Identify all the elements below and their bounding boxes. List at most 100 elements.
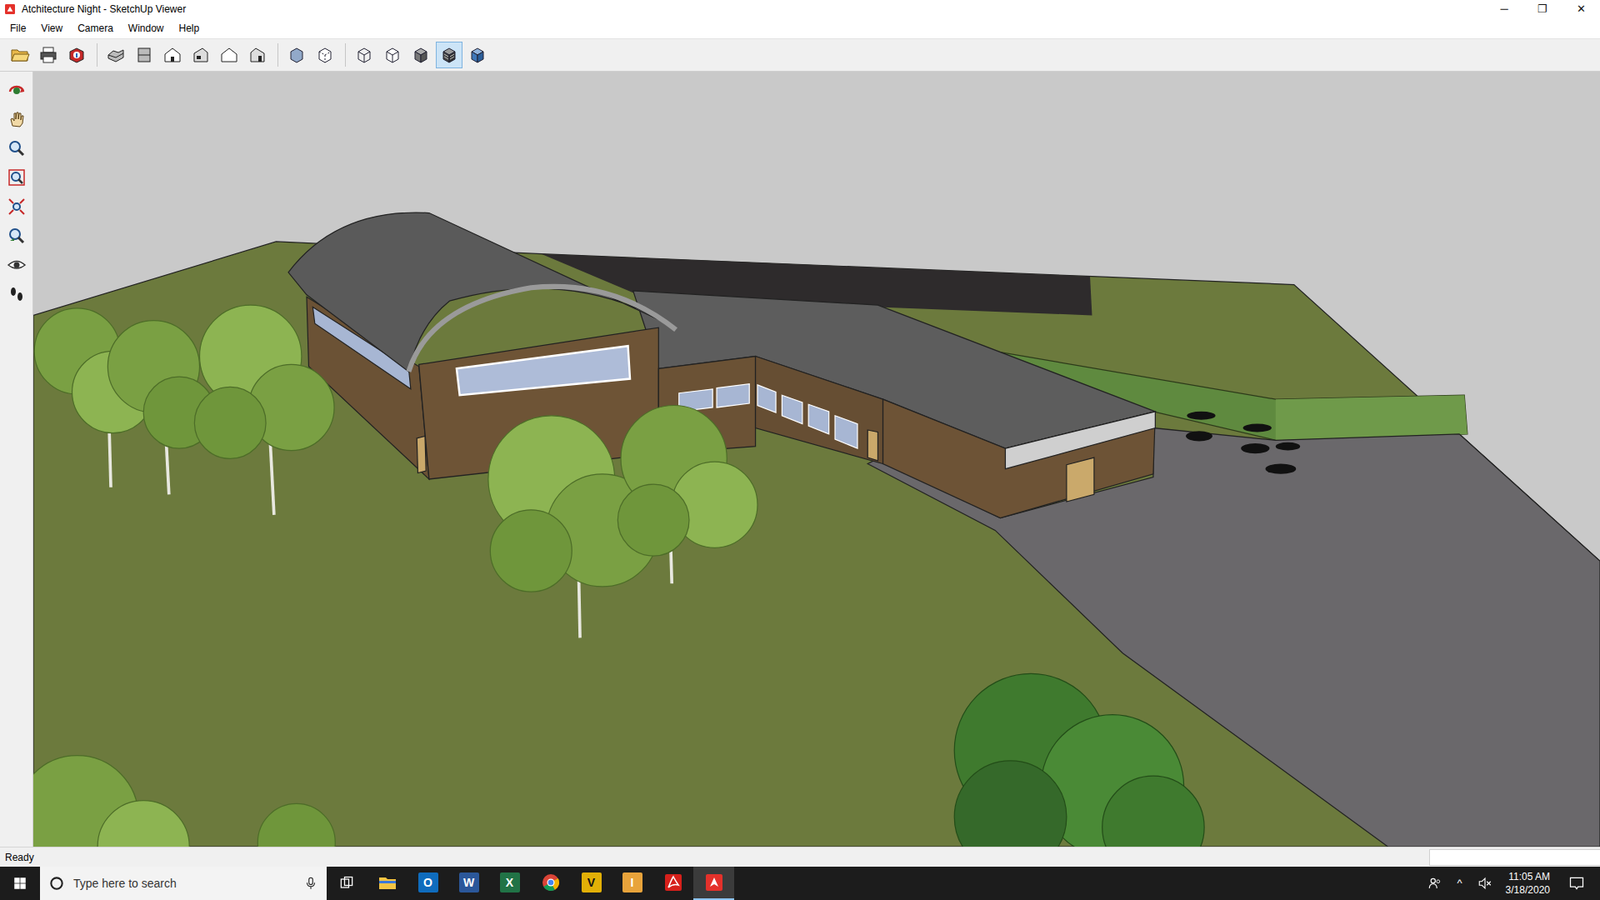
status-bar: Ready (0, 846, 1600, 867)
zoom-button[interactable] (3, 135, 30, 162)
textured-icon (439, 45, 460, 65)
eye-icon (6, 255, 27, 275)
iso-house-icon (105, 45, 126, 65)
menu-bar: FileViewCameraWindowHelp (0, 18, 1600, 39)
monochrome-icon (467, 45, 488, 65)
taskbar-app[interactable]: O (407, 866, 449, 900)
menu-item[interactable]: View (34, 19, 70, 38)
toolbar-group (6, 41, 92, 69)
clock-time: 11:05 AM (1508, 870, 1550, 884)
menu-item[interactable]: File (3, 19, 33, 38)
zoom-extents-icon (6, 196, 27, 217)
clock-date: 3/18/2020 (1505, 883, 1550, 897)
show-hidden-icons-button[interactable]: ^ (1447, 875, 1473, 892)
restore-button[interactable]: ❐ (1523, 0, 1562, 19)
print-button[interactable] (35, 41, 62, 69)
magnifier-icon (6, 138, 27, 159)
hand-icon (6, 109, 27, 130)
menu-item[interactable]: Help (172, 19, 207, 38)
model-viewport[interactable] (33, 71, 1600, 847)
monochrome-button[interactable] (464, 41, 491, 69)
taskbar-app[interactable]: X (489, 866, 530, 900)
notification-icon (1568, 875, 1585, 892)
folder-icon (10, 45, 30, 65)
toolbar-separator (345, 43, 346, 67)
camera-toolbar (0, 71, 34, 847)
iso-view-button[interactable] (102, 41, 130, 69)
minimize-button[interactable]: ─ (1485, 0, 1524, 19)
hidden-line-icon (382, 45, 403, 65)
front-view-button[interactable] (159, 41, 186, 69)
right-house-icon (190, 45, 211, 65)
taskbar-app[interactable]: V (570, 866, 612, 900)
taskbar-app[interactable] (652, 866, 694, 900)
windows-logo-icon (12, 875, 28, 891)
zoom-window-icon (6, 167, 27, 188)
search-box[interactable]: Type here to search (40, 866, 327, 900)
shaded-button[interactable] (407, 41, 435, 69)
toolbar-group (283, 41, 340, 69)
wireframe-icon (354, 45, 375, 65)
top-view-button[interactable] (130, 41, 158, 69)
front-house-icon (162, 45, 183, 65)
hidden-line-button[interactable] (379, 41, 406, 69)
left-view-button[interactable] (244, 41, 271, 69)
printer-icon (38, 45, 59, 65)
back-view-button[interactable] (215, 41, 243, 69)
app-letter-icon: X (500, 872, 520, 893)
search-placeholder[interactable]: Type here to search (73, 875, 295, 893)
menu-item[interactable]: Camera (70, 19, 120, 38)
volume-button[interactable] (1472, 875, 1498, 891)
taskbar-app[interactable] (366, 866, 408, 900)
taskbar-app[interactable]: I (611, 866, 653, 900)
walk-button[interactable] (3, 280, 30, 308)
back-edges-icon (315, 45, 335, 65)
previous-view-button[interactable] (3, 222, 30, 250)
app-letter-icon: W (459, 872, 480, 893)
xray-button[interactable] (283, 41, 310, 69)
action-center-button[interactable] (1558, 875, 1595, 892)
app-letter-icon: O (418, 872, 439, 893)
toolbar-separator (277, 43, 279, 67)
footprints-icon (6, 284, 27, 305)
task-view-button[interactable] (326, 866, 367, 900)
taskbar-app[interactable]: W (448, 866, 490, 900)
close-button[interactable]: ✕ (1561, 0, 1600, 19)
back-edges-button[interactable] (311, 41, 339, 69)
people-button[interactable] (1422, 875, 1448, 891)
look-around-button[interactable] (3, 251, 30, 279)
app-letter-icon: I (622, 872, 643, 893)
taskbar-app[interactable] (693, 866, 735, 900)
model-info-button[interactable] (63, 41, 90, 69)
top-view-icon (134, 45, 155, 65)
toolbar-separator (96, 43, 98, 67)
taskbar-app[interactable] (530, 866, 571, 900)
toolbar-group (350, 41, 493, 69)
sketchup-icon (704, 872, 725, 893)
model-scene[interactable] (33, 71, 1600, 847)
acrobat-icon (663, 872, 684, 893)
start-button[interactable] (0, 866, 40, 900)
shaded-icon (410, 45, 431, 65)
zoom-window-button[interactable] (3, 164, 30, 191)
right-view-button[interactable] (187, 41, 215, 69)
model-info-icon (66, 45, 87, 65)
speaker-muted-icon (1477, 875, 1493, 891)
orbit-button[interactable] (3, 76, 30, 104)
left-house-icon (247, 45, 268, 65)
clock[interactable]: 11:05 AM3/18/2020 (1497, 870, 1559, 897)
wireframe-button[interactable] (350, 41, 378, 69)
measurements-box (1429, 849, 1600, 866)
pan-button[interactable] (3, 105, 30, 133)
explorer-icon (377, 872, 398, 893)
toolbar-group (102, 41, 273, 69)
open-button[interactable] (6, 41, 34, 69)
menu-item[interactable]: Window (121, 19, 171, 38)
previous-view-icon (6, 225, 27, 246)
zoom-extents-button[interactable] (3, 193, 30, 220)
orbit-icon (6, 80, 27, 100)
status-text: Ready (5, 850, 35, 865)
window-title: Atchitecture Night - SketchUp Viewer (16, 1, 186, 17)
microphone-icon (303, 875, 319, 891)
shaded-textures-button[interactable] (435, 41, 463, 69)
